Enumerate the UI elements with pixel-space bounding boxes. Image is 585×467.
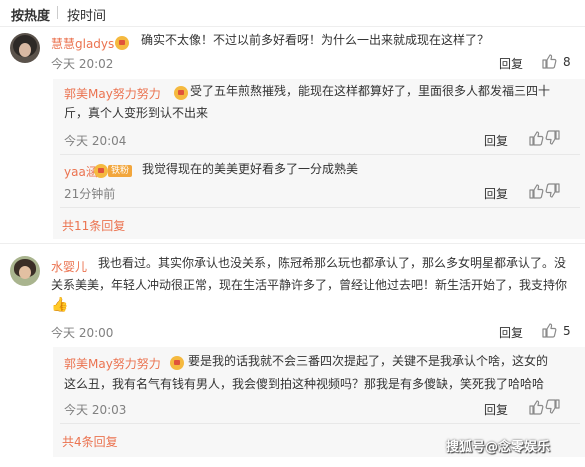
reply-time: 今天 20:04 xyxy=(64,134,127,148)
reply-button[interactable]: 回复 xyxy=(499,55,523,72)
fan-badge: 铁粉 xyxy=(108,165,133,177)
more-replies-link[interactable]: 共4条回复 xyxy=(62,433,118,450)
thumbs-up-icon[interactable] xyxy=(528,183,544,199)
avatar[interactable] xyxy=(10,33,40,63)
reply-button[interactable]: 回复 xyxy=(484,401,508,418)
like-count: 8 xyxy=(563,55,571,69)
thumbs-up-icon[interactable] xyxy=(528,399,544,415)
reply-time: 21分钟前 xyxy=(64,187,116,201)
vip-badge-icon xyxy=(94,164,108,178)
more-replies-link[interactable]: 共11条回复 xyxy=(62,217,125,234)
reply-text: 我觉得现在的美美更好看多了一分成熟美 xyxy=(142,162,359,176)
thumbs-up-icon[interactable] xyxy=(541,322,557,338)
reply-separator xyxy=(60,423,580,424)
thumbs-down-icon[interactable] xyxy=(545,399,561,415)
vip-badge-icon xyxy=(115,36,129,50)
sort-by-hot-tab[interactable]: 按热度 xyxy=(11,5,50,24)
thumbs-up-emoji: 👍 xyxy=(51,297,69,313)
sort-by-time-tab[interactable]: 按时间 xyxy=(67,5,106,24)
comment-divider xyxy=(0,243,585,244)
reply-username[interactable]: 郭美May努力努力 xyxy=(64,355,161,372)
reply-separator xyxy=(60,207,580,208)
watermark-text: 搜狐号@念零娱乐 xyxy=(446,440,551,455)
thumbs-down-icon[interactable] xyxy=(545,183,561,199)
reply-username[interactable]: 郭美May努力努力 xyxy=(64,85,161,102)
reply-button[interactable]: 回复 xyxy=(484,185,508,202)
vip-badge-icon xyxy=(170,356,184,370)
reply-separator xyxy=(60,154,580,155)
reply-button[interactable]: 回复 xyxy=(499,324,523,341)
comment-time: 今天 20:02 xyxy=(51,57,114,71)
like-count: 5 xyxy=(563,324,571,338)
comment-username[interactable]: 慧慧gladys xyxy=(51,35,114,52)
reply-text-line2: 斤，真个人变形到认不出来 xyxy=(64,106,209,120)
thumbs-up-icon[interactable] xyxy=(541,53,557,69)
comment-text: 确实不太像！不过以前多好看呀！为什么一出来就成现在这样了？ xyxy=(141,33,490,47)
sort-separator xyxy=(57,6,58,19)
comment-text-line2: 关系美美，年轻人冲动很正常，现在生活平静许多了，曾经让他过去吧！新生活开始了，我… xyxy=(51,278,568,292)
avatar[interactable] xyxy=(10,256,40,286)
reply-text-line1: 要是我的话我就不会三番四次提起了，关键不是我承认个啥，这女的 xyxy=(188,354,549,368)
thumbs-up-icon[interactable] xyxy=(528,130,544,146)
reply-time: 今天 20:03 xyxy=(64,403,127,417)
reply-text-line1: 受了五年煎熬摧残，能现在这样都算好了，里面很多人都发福三四十 xyxy=(190,84,551,98)
comment-time: 今天 20:00 xyxy=(51,326,114,340)
thumbs-down-icon[interactable] xyxy=(545,130,561,146)
comment-username[interactable]: 水婴儿 xyxy=(51,258,87,275)
reply-text-line2: 这么丑，我有名气有钱有男人，我会傻到拍这种视频吗？那我是有多傻缺，笑死我了哈哈哈 xyxy=(64,377,545,391)
comment-text-line1: 我也看过。其实你承认也没关系，陈冠希那么玩也都承认了，那么多女明星都承认了。没 xyxy=(98,256,567,270)
vip-badge-icon xyxy=(174,86,188,100)
sort-bar: 按热度 按时间 xyxy=(0,0,585,27)
reply-button[interactable]: 回复 xyxy=(484,132,508,149)
reply-username[interactable]: yaa涵 xyxy=(64,163,98,180)
